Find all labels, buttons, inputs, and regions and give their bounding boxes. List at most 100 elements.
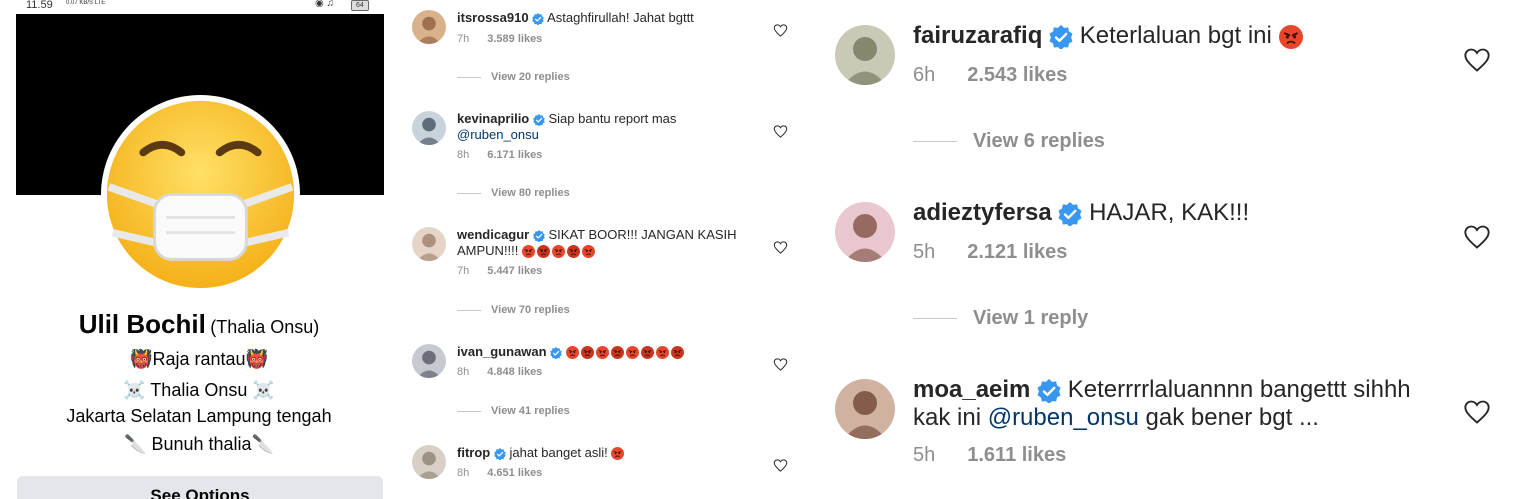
comment-body-cont: gak bener bgt ... (1145, 404, 1319, 431)
view-replies-label[interactable]: View 6 replies (973, 130, 1105, 152)
verified-badge-icon (1037, 378, 1061, 403)
comment-username[interactable]: ivan_gunawan (457, 344, 547, 359)
view-replies-button[interactable]: View 20 replies (457, 71, 570, 83)
replies-divider (913, 141, 957, 143)
comment-username[interactable]: itsrossa910 (457, 10, 529, 25)
like-heart-icon[interactable] (773, 23, 788, 38)
comments-panel-left: itsrossa910 Astaghfirullah! Jahat bgttt 7… (398, 0, 815, 499)
status-bar: 11.59 0.07 KB/S LTE ◉ ♫ 64 (0, 0, 398, 12)
comment-meta: 8h 4.651 likes (457, 467, 542, 479)
comment-username[interactable]: fitrop (457, 445, 490, 460)
like-heart-icon[interactable] (773, 357, 788, 372)
comment-username[interactable]: fairuzarafiq (913, 22, 1042, 49)
bio-line-1: 👹Raja rantau👹 (130, 349, 268, 369)
mention-link[interactable]: @ruben_onsu (457, 127, 539, 142)
angry-face-icon (565, 346, 579, 360)
view-replies-button[interactable]: View 41 replies (457, 405, 570, 417)
bio-line-4: 🔪 Bunuh thalia🔪 (124, 434, 274, 454)
comment-meta: 5h 2.121 likes (913, 241, 1067, 264)
comment-likes[interactable]: 1.611 likes (967, 444, 1066, 466)
comment-likes[interactable]: 4.651 likes (487, 467, 542, 479)
comment-time: 7h (457, 33, 470, 45)
like-heart-icon[interactable] (1463, 223, 1491, 251)
angry-face-icon (670, 346, 684, 360)
comment-likes[interactable]: 2.543 likes (967, 64, 1067, 86)
view-replies-button[interactable]: View 6 replies (913, 130, 1105, 153)
comment-text: itsrossa910 Astaghfirullah! Jahat bgttt (457, 10, 757, 26)
comments-panel-right: fairuzarafiq Keterlaluan bgt ini 6h 2.543… (815, 0, 1531, 499)
view-replies-label[interactable]: View 1 reply (973, 307, 1088, 329)
view-replies-label[interactable]: View 20 replies (491, 71, 570, 83)
comment-meta: 6h 2.543 likes (913, 64, 1067, 87)
comment-likes[interactable]: 3.589 likes (487, 33, 542, 45)
comment-text: adieztyfersa HAJAR, KAK!!! (913, 199, 1433, 227)
comment-time: 7h (457, 265, 470, 277)
view-replies-label[interactable]: View 70 replies (491, 304, 570, 316)
verified-badge-icon (1049, 24, 1073, 49)
like-heart-icon[interactable] (1463, 398, 1491, 426)
mention-link[interactable]: @ruben_onsu (988, 404, 1139, 431)
angry-face-icon (655, 346, 669, 360)
angry-face-icon (610, 346, 624, 360)
comment-text: wendicagur SIKAT BOOR!!! JANGAN KASIH AM… (457, 227, 757, 259)
avatar-itsrossa910[interactable] (412, 10, 446, 44)
comment-text: ivan_gunawan (457, 344, 757, 360)
comment-likes[interactable]: 2.121 likes (967, 241, 1067, 263)
like-heart-icon[interactable] (773, 240, 788, 255)
comment-username[interactable]: wendicagur (457, 227, 529, 242)
comment-text: kevinaprilio Siap bantu report mas @rube… (457, 111, 757, 143)
avatar-fitrop[interactable] (412, 445, 446, 479)
comment-likes[interactable]: 4.848 likes (487, 366, 542, 378)
battery-indicator: 64 (351, 0, 369, 11)
avatar-fairuzarafiq[interactable] (835, 25, 895, 85)
like-heart-icon[interactable] (773, 124, 788, 139)
angry-face-icon (611, 447, 625, 461)
profile-panel: 11.59 0.07 KB/S LTE ◉ ♫ 64 Ulil Bochil (… (0, 0, 398, 499)
comment-username[interactable]: moa_aeim (913, 376, 1030, 403)
avatar-ivan_gunawan[interactable] (412, 344, 446, 378)
verified-badge-icon (1058, 201, 1082, 226)
mask-face-emoji-avatar[interactable] (105, 99, 296, 290)
angry-face-icon (580, 346, 594, 360)
view-replies-label[interactable]: View 80 replies (491, 187, 570, 199)
view-replies-button[interactable]: View 1 reply (913, 307, 1088, 330)
comment-text: moa_aeim Keterrrrlaluannnn bangettt sihh… (913, 376, 1433, 432)
comment-text: fairuzarafiq Keterlaluan bgt ini (913, 22, 1433, 50)
like-heart-icon[interactable] (1463, 46, 1491, 74)
comment-meta: 7h 5.447 likes (457, 265, 542, 277)
verified-badge-icon (533, 229, 545, 242)
see-options-button[interactable]: See Options (17, 476, 383, 499)
comment-meta: 5h 1.611 likes (913, 444, 1066, 467)
replies-divider (913, 318, 957, 320)
status-icons: ◉ ♫ (315, 0, 335, 9)
view-replies-button[interactable]: View 70 replies (457, 304, 570, 316)
comment-meta: 7h 3.589 likes (457, 33, 542, 45)
verified-badge-icon (533, 113, 545, 126)
verified-badge-icon (494, 447, 506, 460)
comment-time: 5h (913, 444, 936, 466)
comment-time: 8h (457, 149, 470, 161)
comment-meta: 8h 4.848 likes (457, 366, 542, 378)
angry-face-icon (625, 346, 639, 360)
view-replies-button[interactable]: View 80 replies (457, 187, 570, 199)
comment-body: Keterlaluan bgt ini (1079, 22, 1272, 49)
like-heart-icon[interactable] (773, 458, 788, 473)
profile-main-name: Ulil Bochil (78, 309, 206, 339)
comment-likes[interactable]: 6.171 likes (487, 149, 542, 161)
profile-alt-name: (Thalia Onsu) (210, 317, 320, 337)
comment-username[interactable]: kevinaprilio (457, 111, 529, 126)
comment-time: 5h (913, 241, 936, 263)
view-replies-label[interactable]: View 41 replies (491, 405, 570, 417)
comment-username[interactable]: adieztyfersa (913, 199, 1052, 226)
avatar-wendicagur[interactable] (412, 227, 446, 261)
avatar-kevinaprilio[interactable] (412, 111, 446, 145)
profile-name: Ulil Bochil (Thalia Onsu) (0, 309, 398, 340)
avatar-moa_aeim[interactable] (835, 379, 895, 439)
angry-face-icon (595, 346, 609, 360)
signal-indicator: 0.07 KB/S LTE (66, 0, 106, 6)
avatar-adieztyfersa[interactable] (835, 202, 895, 262)
comment-meta: 8h 6.171 likes (457, 149, 542, 161)
angry-face-icon (582, 245, 596, 259)
comment-likes[interactable]: 5.447 likes (487, 265, 542, 277)
comment-body: Astaghfirullah! Jahat bgttt (547, 10, 694, 25)
